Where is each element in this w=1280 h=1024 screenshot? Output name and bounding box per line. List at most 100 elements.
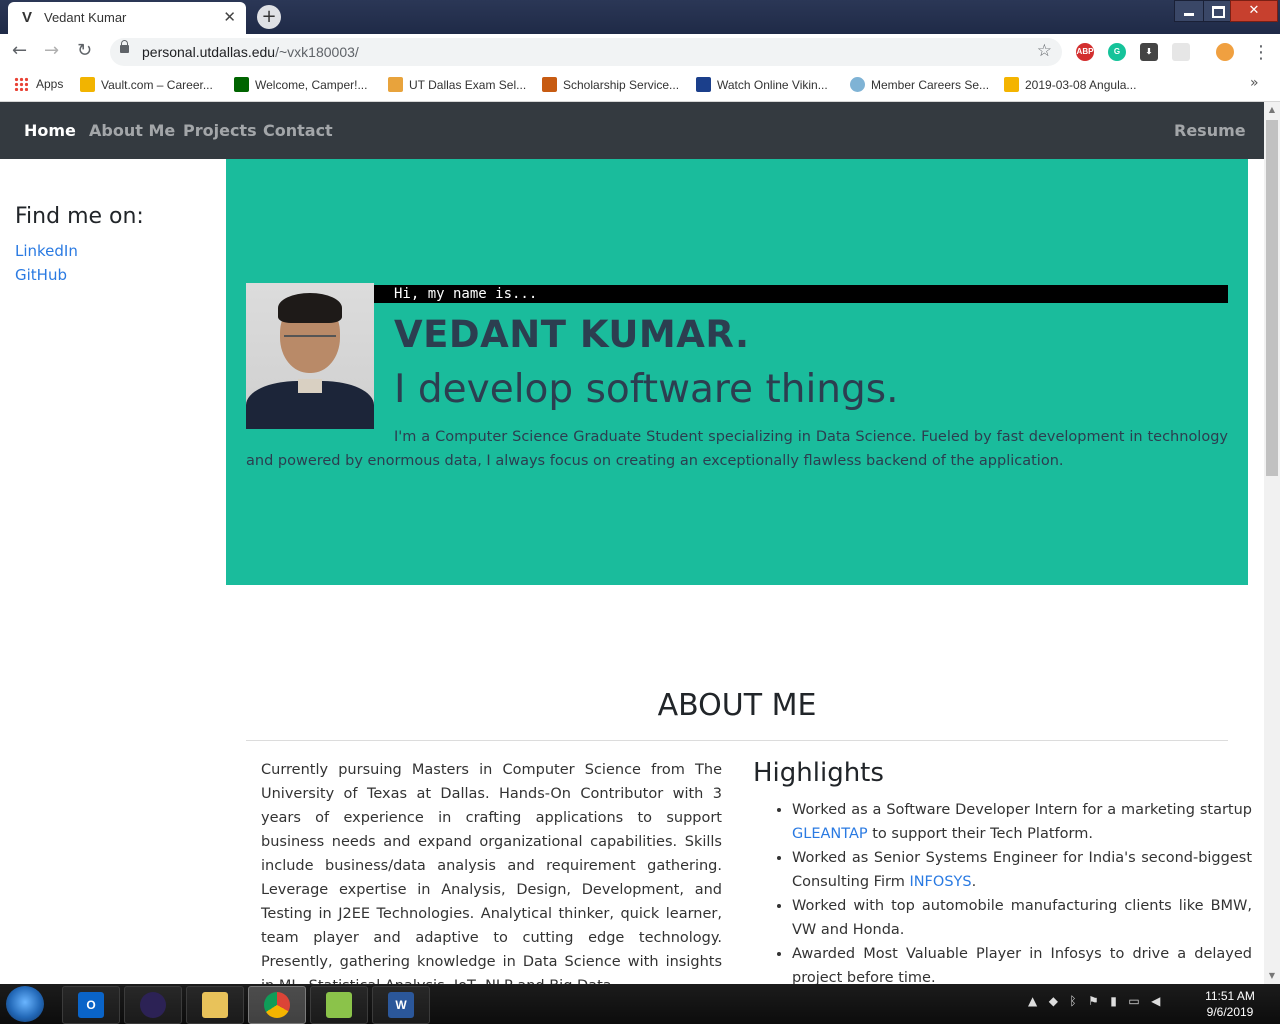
bookmark-label: Member Careers Se... [871,78,990,92]
hero-section: Hi, my name is... VEDANT KUMAR. I develo… [226,159,1248,585]
taskbar-outlook[interactable]: O [62,986,120,1024]
browser-menu-icon[interactable]: ⋮ [1252,42,1270,63]
bookmark-freecodecamp[interactable]: Welcome, Camper!... [234,77,367,92]
profile-photo [246,283,374,429]
url-host: personal.utdallas.edu [142,44,276,60]
apps-grid-icon [14,77,28,91]
adblock-plus-icon[interactable]: ABP [1076,43,1094,61]
file-explorer-icon [202,992,228,1018]
taskbar-eclipse[interactable] [124,986,182,1024]
highlight-item: Worked as a Software Developer Intern fo… [792,798,1252,846]
action-center-icon[interactable]: ⚑ [1088,994,1099,1008]
scroll-thumb[interactable] [1266,120,1278,476]
browser-tab[interactable]: V Vedant Kumar ✕ [8,2,246,34]
bookmark-label: Vault.com – Career... [101,78,213,92]
bookmark-label: Welcome, Camper!... [255,78,368,92]
greeting-text: Hi, my name is... [394,286,538,302]
taskbar-file-explorer[interactable] [186,986,244,1024]
window-maximize-button[interactable] [1203,0,1231,22]
volume-muted-icon[interactable]: ◀ [1151,994,1160,1008]
back-arrow-icon[interactable]: ← [12,40,27,61]
clock-time[interactable]: 11:51 AM [1200,989,1260,1003]
outlook-icon: O [78,992,104,1018]
bookmark-apps[interactable]: Apps [14,77,63,91]
bookmark-label: Scholarship Service... [563,78,680,92]
show-hidden-icons-icon[interactable]: ▲ [1028,994,1037,1008]
bookmark-angular-slides[interactable]: 2019-03-08 Angula... [1004,77,1136,92]
scroll-down-arrow-icon[interactable]: ▼ [1264,968,1280,984]
highlight-text: Worked with top automobile manufacturing… [792,898,1252,938]
page-viewport: Home About Me Projects Contact Resume Fi… [0,102,1264,984]
notepad-plus-plus-icon [326,992,352,1018]
forward-arrow-icon[interactable]: → [44,40,59,61]
tab-title: Vedant Kumar [44,10,127,25]
window-close-button[interactable]: ✕ [1230,0,1278,22]
bookmark-utd-exam[interactable]: UT Dallas Exam Sel... [388,77,526,92]
about-divider [246,740,1228,741]
vikings-icon [696,77,711,92]
hero-name: VEDANT KUMAR. [394,313,750,356]
profile-avatar-icon[interactable] [1216,43,1234,61]
windows-start-button[interactable] [6,986,44,1022]
highlight-text: Awarded Most Valuable Player in Infosys … [792,946,1252,984]
url-path: /~vxk180003/ [275,44,359,60]
windows-taskbar: O W ▲ ◆ ᛒ ⚑ ▮ ▭ ◀ 11:51 AM 9/6/2019 [0,984,1280,1024]
highlight-item: Worked with top automobile manufacturing… [792,894,1252,942]
power-icon[interactable]: ▮ [1110,994,1117,1008]
taskbar-notepad-plus-plus[interactable] [310,986,368,1024]
clock-date[interactable]: 9/6/2019 [1200,1005,1260,1019]
about-paragraph: Currently pursuing Masters in Computer S… [261,762,722,984]
bookmark-label: UT Dallas Exam Sel... [409,78,527,92]
eclipse-icon [140,992,166,1018]
nav-contact[interactable]: Contact [263,121,333,140]
utd-exam-icon [388,77,403,92]
slides-icon [1004,77,1019,92]
infosys-link[interactable]: INFOSYS [909,874,971,890]
nav-about-me[interactable]: About Me [89,121,175,140]
nav-projects[interactable]: Projects [183,121,257,140]
bookmark-scholarship[interactable]: Scholarship Service... [542,77,679,92]
bookmark-vault[interactable]: Vault.com – Career... [80,77,213,92]
gleantap-link[interactable]: GLEANTAP [792,826,868,842]
bookmark-vikings[interactable]: Watch Online Vikin... [696,77,828,92]
highlight-text: Worked as Senior Systems Engineer for In… [792,850,1252,890]
member-careers-icon [850,77,865,92]
find-me-heading: Find me on: [15,204,144,229]
download-extension-icon[interactable]: ⬇ [1140,43,1158,61]
bookmarks-overflow-icon[interactable]: » [1250,75,1259,91]
linkedin-link[interactable]: LinkedIn [15,242,78,260]
highlights-list: Worked as a Software Developer Intern fo… [753,798,1252,984]
dropbox-icon[interactable]: ◆ [1049,994,1058,1008]
photo-collar [298,379,322,393]
taskbar-word[interactable]: W [372,986,430,1024]
freecodecamp-icon [234,77,249,92]
highlight-item: Awarded Most Valuable Player in Infosys … [792,942,1252,984]
tab-close-icon[interactable]: ✕ [223,8,236,26]
extension-icon[interactable] [1172,43,1190,61]
browser-toolbar: ← → ↻ personal.utdallas.edu/~vxk180003/ … [0,34,1280,70]
github-link[interactable]: GitHub [15,266,67,284]
greeting-bar: Hi, my name is... [374,285,1228,303]
highlight-item: Worked as Senior Systems Engineer for In… [792,846,1252,894]
lock-icon [120,40,129,53]
word-icon: W [388,992,414,1018]
reload-icon[interactable]: ↻ [77,40,92,61]
bookmark-star-icon[interactable]: ☆ [1037,41,1052,61]
scroll-up-arrow-icon[interactable]: ▲ [1264,102,1280,118]
bookmark-member-careers[interactable]: Member Careers Se... [850,77,989,92]
new-tab-button[interactable]: + [257,5,281,29]
taskbar-chrome[interactable] [248,986,306,1024]
nav-resume[interactable]: Resume [1174,121,1246,140]
network-icon[interactable]: ▭ [1128,994,1139,1008]
bookmark-label: Apps [36,77,64,91]
grammarly-icon[interactable]: G [1108,43,1126,61]
hero-description: I'm a Computer Science Graduate Student … [246,429,1228,469]
page-scrollbar[interactable]: ▲ ▼ [1264,102,1280,984]
bluetooth-icon[interactable]: ᛒ [1069,994,1076,1008]
nav-home[interactable]: Home [24,121,76,140]
window-minimize-button[interactable] [1174,0,1204,22]
photo-glasses [284,335,336,347]
url-text: personal.utdallas.edu/~vxk180003/ [142,44,359,60]
address-bar[interactable]: personal.utdallas.edu/~vxk180003/ ☆ [110,38,1062,66]
hero-tagline: I develop software things. [394,367,899,412]
